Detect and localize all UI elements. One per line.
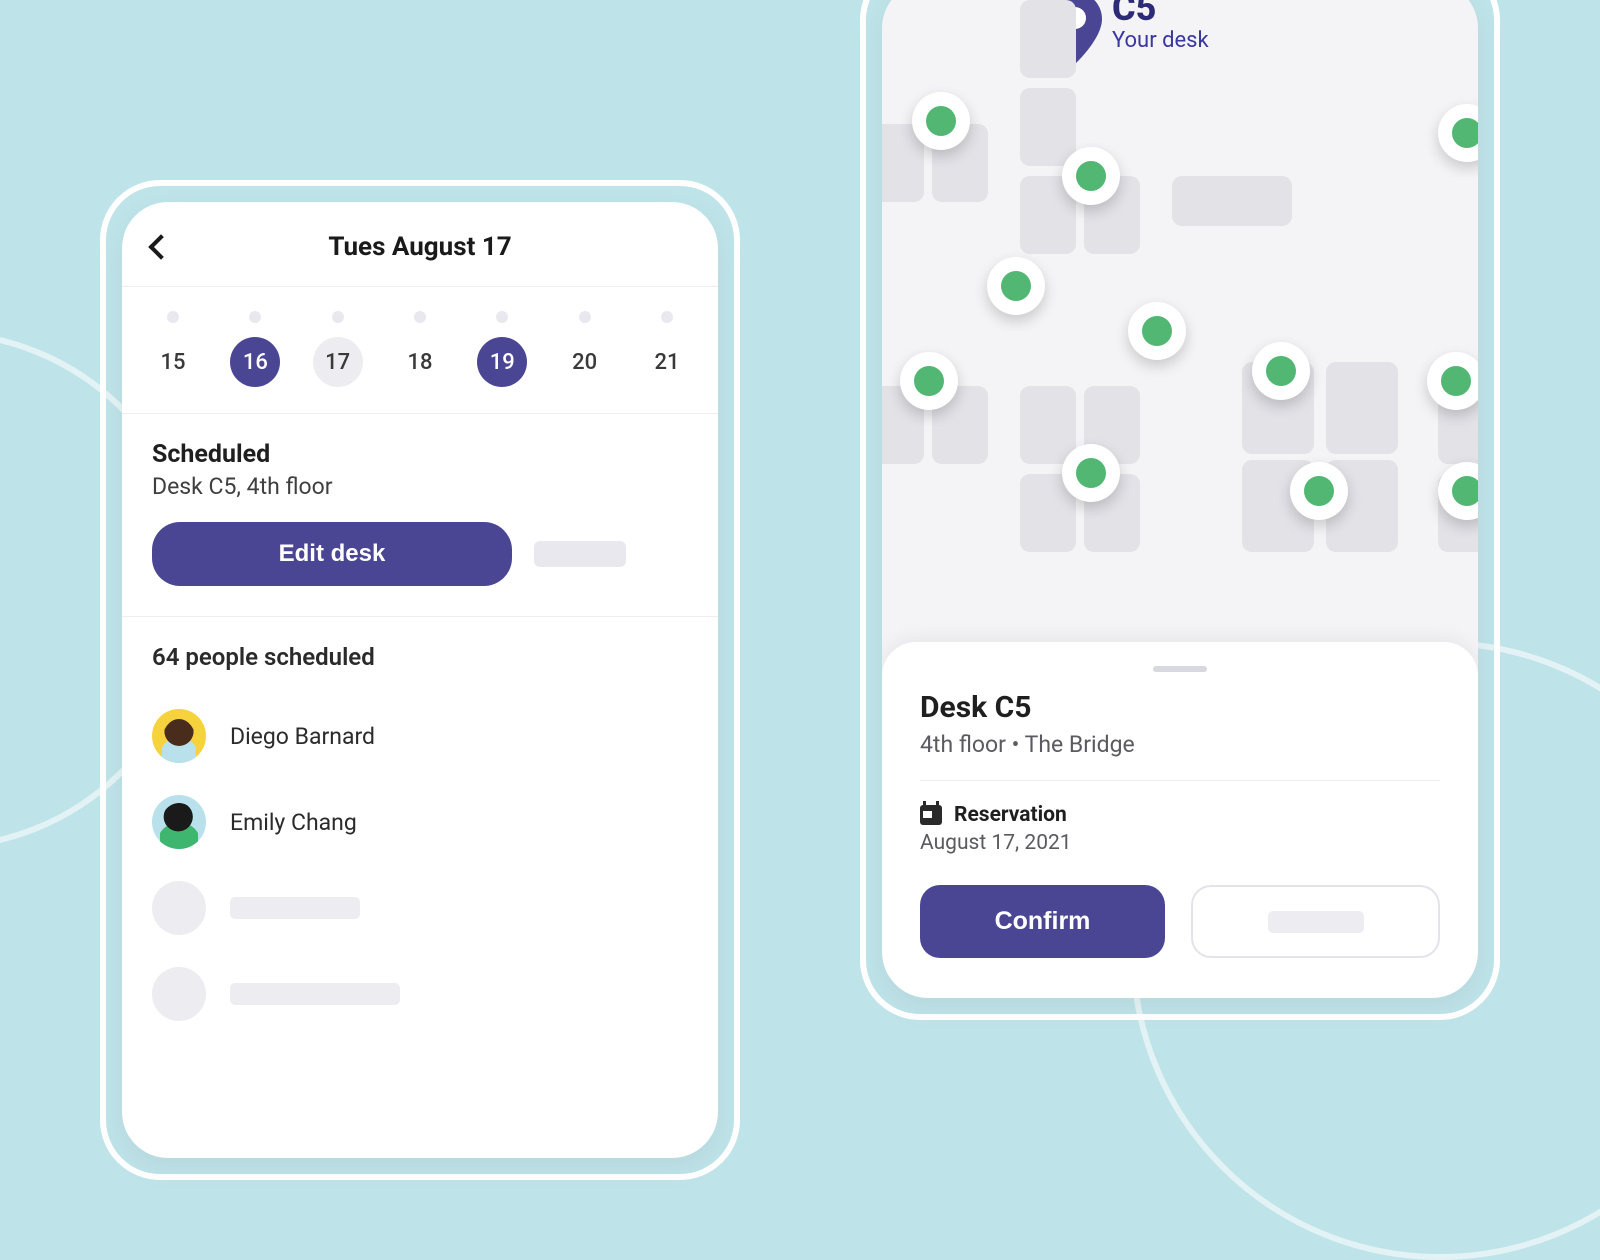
date-cell[interactable]: 19 [477,311,527,387]
sheet-actions: Confirm [920,885,1440,958]
reservation-date: August 17, 2021 [920,831,1440,855]
date-dot-icon [414,311,426,323]
person-name: Emily Chang [230,809,357,836]
date-number: 19 [477,337,527,387]
person-row-placeholder [152,865,688,951]
date-dot-icon [579,311,591,323]
location-code: C5 [1112,0,1209,26]
phone-frame-map: C5 Your desk [860,0,1500,1020]
person-name: Diego Barnard [230,723,375,750]
date-number: 21 [642,337,692,387]
schedule-header: Tues August 17 [122,202,718,287]
date-number: 18 [395,337,445,387]
people-count-title: 64 people scheduled [152,643,688,671]
reservation-row: Reservation [920,803,1440,827]
placeholder-secondary-action[interactable] [534,541,626,567]
date-number: 16 [230,337,280,387]
available-desk-pin[interactable] [1252,342,1310,400]
available-desk-pin[interactable] [912,92,970,150]
date-dot-icon [167,311,179,323]
desk-block [1172,176,1292,226]
scheduled-title: Scheduled [152,440,688,469]
available-desk-pin[interactable] [1062,444,1120,502]
date-cell[interactable]: 18 [395,311,445,387]
date-dot-icon [661,311,673,323]
desk-block [1020,88,1076,166]
date-cell[interactable]: 20 [560,311,610,387]
header-title: Tues August 17 [152,232,688,262]
name-placeholder [230,897,360,919]
location-label: C5 Your desk [1112,0,1209,53]
people-section: 64 people scheduled Diego Barnard Emily … [122,617,718,1077]
available-desk-pin[interactable] [1427,352,1478,410]
person-row[interactable]: Emily Chang [152,779,688,865]
desk-block [1020,386,1076,464]
secondary-sheet-button[interactable] [1191,885,1440,958]
confirmation-sheet: Desk C5 4th floor • The Bridge Reservati… [882,642,1478,998]
schedule-screen: Tues August 17 15 16 17 18 19 [122,202,718,1158]
date-dot-icon [496,311,508,323]
desk-block [1326,362,1398,454]
avatar-placeholder [152,881,206,935]
available-desk-pin[interactable] [1128,302,1186,360]
available-desk-pin[interactable] [987,257,1045,315]
date-number: 20 [560,337,610,387]
available-desk-pin[interactable] [1290,462,1348,520]
date-cell[interactable]: 15 [148,311,198,387]
reservation-label: Reservation [954,803,1067,827]
scheduled-subtitle: Desk C5, 4th floor [152,473,688,500]
available-desk-pin[interactable] [1062,147,1120,205]
date-cell[interactable]: 17 [313,311,363,387]
date-cell[interactable]: 16 [230,311,280,387]
date-dot-icon [249,311,261,323]
available-desk-pin[interactable] [1438,104,1478,162]
avatar [152,709,206,763]
sheet-drag-handle[interactable] [1153,666,1207,672]
avatar [152,795,206,849]
placeholder-label [1268,911,1364,933]
avatar-placeholder [152,967,206,1021]
confirm-button[interactable]: Confirm [920,885,1165,958]
person-row[interactable]: Diego Barnard [152,693,688,779]
scheduled-section: Scheduled Desk C5, 4th floor Edit desk [122,414,718,617]
person-row-placeholder [152,951,688,1037]
map-screen: C5 Your desk [882,0,1478,998]
date-dot-icon [332,311,344,323]
phone-frame-schedule: Tues August 17 15 16 17 18 19 [100,180,740,1180]
date-number: 15 [148,337,198,387]
calendar-icon [920,805,942,825]
scheduled-actions: Edit desk [152,522,688,586]
date-selector: 15 16 17 18 19 20 [122,287,718,414]
date-cell[interactable]: 21 [642,311,692,387]
sheet-title: Desk C5 [920,690,1440,725]
available-desk-pin[interactable] [900,352,958,410]
desk-block [1020,0,1076,78]
date-number: 17 [313,337,363,387]
edit-desk-button[interactable]: Edit desk [152,522,512,586]
name-placeholder [230,983,400,1005]
sheet-subtitle: 4th floor • The Bridge [920,731,1440,781]
location-subtitle: Your desk [1112,28,1209,53]
